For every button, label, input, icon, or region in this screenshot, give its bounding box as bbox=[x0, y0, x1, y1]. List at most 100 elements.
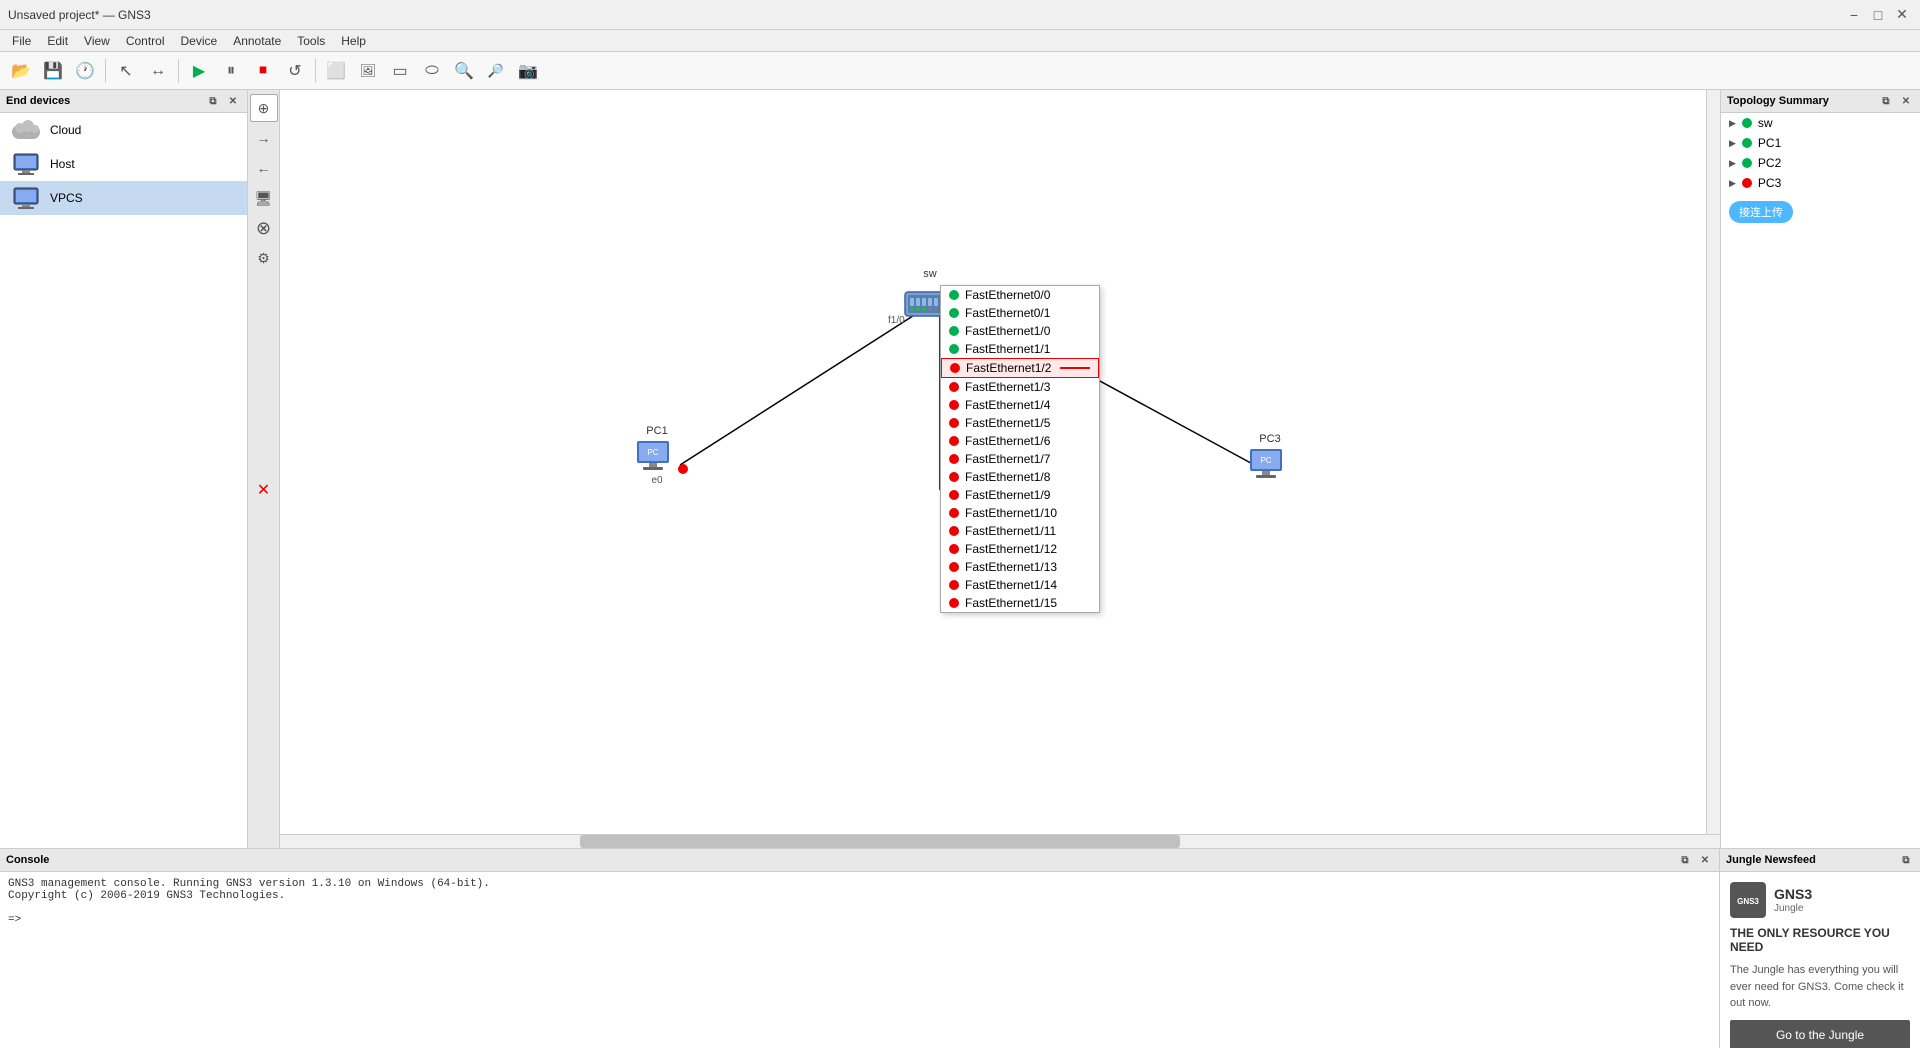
iface-fe13-label: FastEthernet1/3 bbox=[965, 380, 1050, 394]
iface-fe110[interactable]: FastEthernet1/10 bbox=[941, 504, 1099, 522]
cursor-button[interactable]: ↖ bbox=[111, 56, 141, 86]
close-button[interactable]: ✕ bbox=[1892, 5, 1912, 25]
iface-fe11[interactable]: FastEthernet1/1 bbox=[941, 340, 1099, 358]
zoom-in-button[interactable]: 🔍 bbox=[449, 56, 479, 86]
stop-button[interactable]: ⏹ bbox=[248, 56, 278, 86]
iface-fe14-label: FastEthernet1/4 bbox=[965, 398, 1050, 412]
iface-fe14[interactable]: FastEthernet1/4 bbox=[941, 396, 1099, 414]
iface-fe17[interactable]: FastEthernet1/7 bbox=[941, 450, 1099, 468]
iface-fe113-status bbox=[949, 562, 959, 572]
iface-fe110-label: FastEthernet1/10 bbox=[965, 506, 1057, 520]
menu-edit[interactable]: Edit bbox=[39, 32, 76, 50]
iface-fe15[interactable]: FastEthernet1/5 bbox=[941, 414, 1099, 432]
iface-fe16[interactable]: FastEthernet1/6 bbox=[941, 432, 1099, 450]
move-button[interactable]: ↔ bbox=[143, 56, 173, 86]
menu-help[interactable]: Help bbox=[333, 32, 374, 50]
minimize-button[interactable]: − bbox=[1844, 5, 1864, 25]
pc2-status-dot-topo bbox=[1742, 158, 1752, 168]
iface-fe13[interactable]: FastEthernet1/3 bbox=[941, 378, 1099, 396]
sidebar-icon-close[interactable]: ✕ bbox=[225, 93, 241, 109]
canvas-scrollbar-horizontal[interactable] bbox=[280, 834, 1720, 848]
iface-fe12[interactable]: FastEthernet1/2 bbox=[941, 358, 1099, 378]
sidebar-item-vpcs[interactable]: VPCS bbox=[0, 181, 247, 215]
iface-fe19-label: FastEthernet1/9 bbox=[965, 488, 1050, 502]
sidebar-item-cloud[interactable]: Cloud bbox=[0, 113, 247, 147]
topology-pc1-label: PC1 bbox=[1758, 136, 1781, 150]
nav-settings[interactable]: ⚙ bbox=[250, 244, 278, 272]
nav-back[interactable]: ← bbox=[250, 154, 278, 182]
sidebar-item-host[interactable]: Host bbox=[0, 147, 247, 181]
iface-fe115[interactable]: FastEthernet1/15 bbox=[941, 594, 1099, 612]
iface-fe112[interactable]: FastEthernet1/12 bbox=[941, 540, 1099, 558]
jungle-goto-button[interactable]: Go to the Jungle bbox=[1730, 1020, 1910, 1048]
topology-close-icon[interactable]: ✕ bbox=[1898, 93, 1914, 109]
sidebar-icon-float[interactable]: ⧉ bbox=[205, 93, 221, 109]
jungle-float-icon[interactable]: ⧉ bbox=[1898, 852, 1914, 868]
iface-fe17-label: FastEthernet1/7 bbox=[965, 452, 1050, 466]
maximize-button[interactable]: □ bbox=[1868, 5, 1888, 25]
sidebar-header-icons: ⧉ ✕ bbox=[205, 93, 241, 109]
menu-annotate[interactable]: Annotate bbox=[225, 32, 289, 50]
canvas-scrollbar-vertical[interactable] bbox=[1706, 90, 1720, 834]
draw-square-button[interactable]: ▭ bbox=[385, 56, 415, 86]
topology-expand-sw[interactable]: ▶ bbox=[1729, 118, 1736, 129]
sep2 bbox=[178, 59, 179, 83]
topology-item-pc2[interactable]: ▶ PC2 bbox=[1721, 153, 1920, 173]
topology-item-pc3[interactable]: ▶ PC3 bbox=[1721, 173, 1920, 193]
iface-fe18[interactable]: FastEthernet1/8 bbox=[941, 468, 1099, 486]
menu-control[interactable]: Control bbox=[118, 32, 173, 50]
menu-view[interactable]: View bbox=[76, 32, 118, 50]
pc1-label: PC1 bbox=[646, 425, 667, 437]
topology-item-pc1[interactable]: ▶ PC1 bbox=[1721, 133, 1920, 153]
menu-device[interactable]: Device bbox=[173, 32, 226, 50]
interface-dropdown[interactable]: FastEthernet0/0 FastEthernet0/1 FastEthe… bbox=[940, 285, 1100, 613]
screenshot-button[interactable]: 📷 bbox=[513, 56, 543, 86]
jungle-logo-text-block: GNS3 Jungle bbox=[1774, 886, 1812, 914]
menu-tools[interactable]: Tools bbox=[289, 32, 333, 50]
iface-fe111[interactable]: FastEthernet1/11 bbox=[941, 522, 1099, 540]
iface-fe113[interactable]: FastEthernet1/13 bbox=[941, 558, 1099, 576]
nav-forward[interactable]: → bbox=[250, 124, 278, 152]
nav-browse[interactable]: ⊕ bbox=[250, 94, 278, 122]
device-pc3[interactable]: PC3 PC bbox=[1248, 433, 1292, 485]
zoom-out-button[interactable]: 🔎 bbox=[481, 56, 511, 86]
menu-file[interactable]: File bbox=[4, 32, 39, 50]
draw-rect-button[interactable]: ⬜ bbox=[321, 56, 351, 86]
iface-fe11-status bbox=[949, 344, 959, 354]
nav-delete[interactable]: ✕ bbox=[250, 476, 278, 504]
reload-button[interactable]: ↺ bbox=[280, 56, 310, 86]
svg-text:GNS3: GNS3 bbox=[1737, 897, 1759, 906]
canvas-area[interactable]: sw f1/0 bbox=[280, 90, 1720, 848]
draw-image-button[interactable]: 🖼 bbox=[353, 56, 383, 86]
sw-status-dot bbox=[1742, 118, 1752, 128]
pause-button[interactable]: ⏸ bbox=[216, 56, 246, 86]
play-button[interactable]: ▶ bbox=[184, 56, 214, 86]
console-panel: Console ⧉ ✕ GNS3 management console. Run… bbox=[0, 849, 1720, 1048]
iface-fe00[interactable]: FastEthernet0/0 bbox=[941, 286, 1099, 304]
iface-fe01[interactable]: FastEthernet0/1 bbox=[941, 304, 1099, 322]
history-button[interactable]: 🕐 bbox=[70, 56, 100, 86]
nav-router[interactable]: ⊗ bbox=[250, 214, 278, 242]
vpcs-icon bbox=[10, 186, 42, 210]
topology-item-sw[interactable]: ▶ sw bbox=[1721, 113, 1920, 133]
topology-expand-pc2[interactable]: ▶ bbox=[1729, 158, 1736, 169]
nav-monitor[interactable]: 🖥 bbox=[250, 184, 278, 212]
iface-fe19[interactable]: FastEthernet1/9 bbox=[941, 486, 1099, 504]
topology-pc3-label: PC3 bbox=[1758, 176, 1781, 190]
topology-float-icon[interactable]: ⧉ bbox=[1878, 93, 1894, 109]
open-folder-button[interactable]: 📂 bbox=[6, 56, 36, 86]
iface-fe114[interactable]: FastEthernet1/14 bbox=[941, 576, 1099, 594]
topology-expand-pc1[interactable]: ▶ bbox=[1729, 138, 1736, 149]
device-pc1[interactable]: PC1 PC e0 bbox=[635, 425, 679, 486]
save-button[interactable]: 💾 bbox=[38, 56, 68, 86]
topology-expand-pc3[interactable]: ▶ bbox=[1729, 178, 1736, 189]
pc1-status-dot bbox=[678, 464, 688, 474]
connection-popup[interactable]: 接连上传 bbox=[1729, 201, 1793, 223]
draw-ellipse-button[interactable]: ⬭ bbox=[417, 56, 447, 86]
console-close-icon[interactable]: ✕ bbox=[1697, 852, 1713, 868]
jungle-content: GNS3 GNS3 Jungle THE ONLY RESOURCE YOU N… bbox=[1720, 872, 1920, 1048]
pc3-status-dot-topo bbox=[1742, 178, 1752, 188]
iface-fe10[interactable]: FastEthernet1/0 bbox=[941, 322, 1099, 340]
topology-header: Topology Summary ⧉ ✕ bbox=[1721, 90, 1920, 113]
console-float-icon[interactable]: ⧉ bbox=[1677, 852, 1693, 868]
